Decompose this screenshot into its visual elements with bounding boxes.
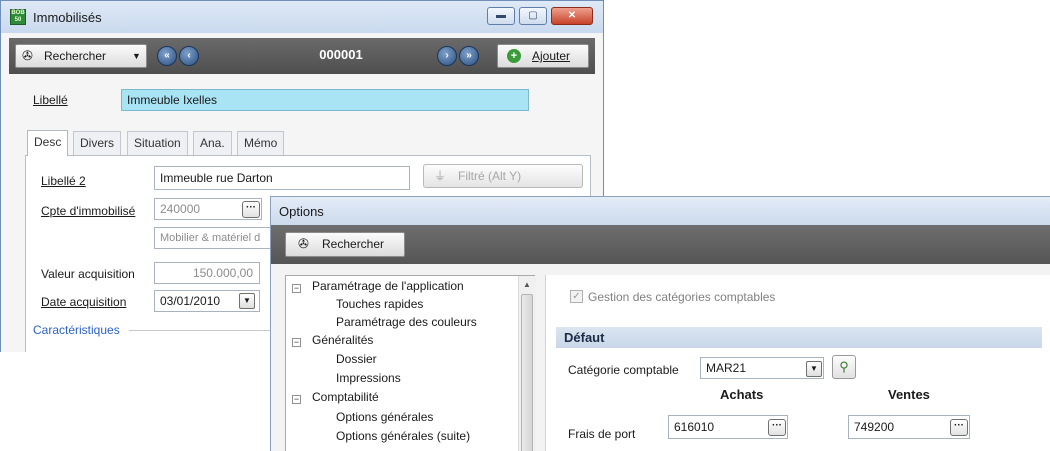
search-button-label: Rechercher — [44, 49, 107, 63]
filter-button-label: Filtré (Alt Y) — [458, 169, 522, 183]
binoculars-icon: ✇ — [22, 48, 33, 63]
tree-item-options-generales[interactable]: Options générales — [336, 410, 433, 424]
characteristics-label: Caractéristiques — [33, 323, 120, 337]
scroll-thumb[interactable] — [521, 294, 533, 451]
options-search-button[interactable]: ✇ Rechercher — [285, 232, 405, 257]
next-record-icon[interactable]: › — [437, 46, 457, 66]
tab-situation[interactable]: Situation — [127, 131, 188, 155]
search-button[interactable]: ✇ Rechercher ▼ — [15, 44, 147, 68]
tab-divers[interactable]: Divers — [73, 131, 122, 155]
characteristics-divider — [129, 330, 279, 331]
tree-item-comptabilite[interactable]: Comptabilité — [312, 390, 379, 404]
toolbar: ✇ Rechercher ▼ « ‹ 000001 › » + Ajouter — [9, 38, 595, 74]
record-code: 000001 — [319, 47, 363, 62]
libelle-input[interactable]: Immeuble Ixelles — [121, 89, 529, 111]
manage-categories-label: Gestion des catégories comptables — [588, 290, 776, 304]
tree-item-options-generales-suite[interactable]: Options générales (suite) — [336, 429, 470, 443]
tree-scrollbar[interactable]: ▲ — [518, 276, 536, 451]
options-title: Options — [279, 204, 324, 219]
tree-item-couleurs[interactable]: Paramétrage des couleurs — [336, 315, 477, 329]
account-lookup-button[interactable]: ··· — [242, 201, 260, 218]
tree-item-touches[interactable]: Touches rapides — [336, 297, 423, 311]
minimize-button[interactable]: ▬ — [487, 7, 515, 25]
tree-item-generalites[interactable]: Généralités — [312, 333, 373, 347]
date-dropdown-icon[interactable]: ▼ — [239, 293, 255, 309]
col-ventes: Ventes — [888, 387, 930, 402]
previous-record-icon[interactable]: ‹ — [179, 46, 199, 66]
tree-item-impressions[interactable]: Impressions — [336, 371, 401, 385]
collapse-icon[interactable]: − — [292, 284, 301, 293]
filter-button[interactable]: ⏚ Filtré (Alt Y) — [423, 164, 583, 188]
frais-achats-lookup-button[interactable]: ··· — [768, 419, 786, 436]
options-search-label: Rechercher — [322, 237, 385, 251]
app-icon: BOB 50 — [10, 9, 26, 25]
category-pin-button[interactable]: ⚲ — [832, 355, 856, 379]
collapse-icon[interactable]: − — [292, 395, 301, 404]
acq-value-label: Valeur acquisition — [41, 267, 135, 281]
scroll-up-icon[interactable]: ▲ — [523, 280, 531, 289]
frais-port-label: Frais de port — [568, 427, 636, 441]
tab-memo[interactable]: Mémo — [237, 131, 285, 155]
add-icon: + — [507, 49, 521, 63]
last-record-icon[interactable]: » — [459, 46, 479, 66]
binoculars-icon: ✇ — [298, 236, 309, 251]
category-dropdown-icon[interactable]: ▼ — [806, 361, 822, 377]
add-button-label: Ajouter — [532, 49, 571, 63]
tab-ana[interactable]: Ana. — [193, 131, 232, 155]
col-achats: Achats — [720, 387, 764, 402]
manage-categories-checkbox[interactable]: ✓ — [570, 290, 583, 303]
window-title: Immobilisés — [33, 10, 102, 25]
account-label: Cpte d'immobilisé — [41, 204, 136, 218]
options-window: Options ✇ Rechercher − Paramétrage de l'… — [270, 196, 1050, 451]
collapse-icon[interactable]: − — [292, 338, 301, 347]
tab-desc[interactable]: Desc — [27, 130, 69, 156]
account-description: Mobilier & matériel d — [154, 227, 272, 249]
tree-item-dossier[interactable]: Dossier — [336, 352, 377, 366]
funnel-icon: ⏚ — [434, 169, 447, 183]
options-title-bar: Options — [271, 197, 1050, 225]
acq-date-label: Date acquisition — [41, 295, 127, 309]
window-title-bar: BOB 50 Immobilisés ▬ ▢ ✕ — [1, 1, 603, 33]
dropdown-arrow-icon: ▼ — [132, 51, 141, 61]
libelle2-label: Libellé 2 — [41, 174, 86, 188]
close-button[interactable]: ✕ — [551, 7, 593, 25]
libelle2-input[interactable]: Immeuble rue Darton — [154, 166, 410, 190]
options-toolbar: ✇ Rechercher — [271, 225, 1050, 264]
add-button[interactable]: + Ajouter — [497, 44, 589, 68]
category-label: Catégorie comptable — [568, 363, 679, 377]
libelle-label: Libellé — [33, 93, 68, 107]
frais-ventes-lookup-button[interactable]: ··· — [950, 419, 968, 436]
section-header-defaut: Défaut — [556, 327, 1042, 348]
maximize-button[interactable]: ▢ — [519, 7, 547, 25]
options-tree: − Paramétrage de l'application Touches r… — [285, 275, 536, 451]
acq-value-input[interactable]: 150.000,00 — [154, 262, 260, 284]
first-record-icon[interactable]: « — [157, 46, 177, 66]
tree-item-parametrage[interactable]: Paramétrage de l'application — [312, 279, 464, 293]
options-detail-panel: ✓ Gestion des catégories comptables Défa… — [545, 275, 1050, 451]
